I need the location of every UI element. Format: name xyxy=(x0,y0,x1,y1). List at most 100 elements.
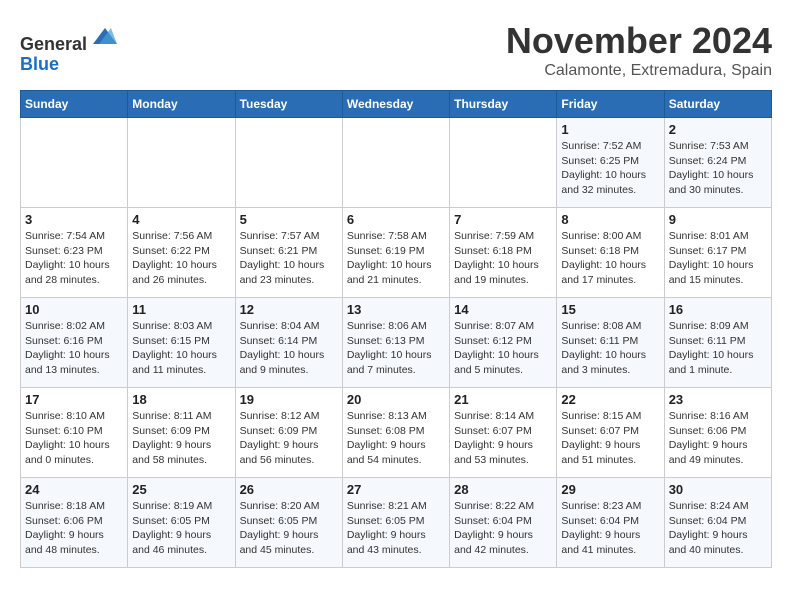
day-info: Sunrise: 8:24 AMSunset: 6:04 PMDaylight:… xyxy=(669,499,767,558)
day-number: 5 xyxy=(240,212,338,227)
calendar-week-5: 24Sunrise: 8:18 AMSunset: 6:06 PMDayligh… xyxy=(21,478,772,568)
calendar-cell: 3 Sunrise: 7:54 AMSunset: 6:23 PMDaylight… xyxy=(21,208,128,298)
calendar-cell: 5 Sunrise: 7:57 AMSunset: 6:21 PMDaylight… xyxy=(235,208,342,298)
month-title: November 2024 xyxy=(506,20,772,62)
weekday-header-monday: Monday xyxy=(128,91,235,118)
weekday-header-row: SundayMondayTuesdayWednesdayThursdayFrid… xyxy=(21,91,772,118)
day-info: Sunrise: 8:01 AMSunset: 6:17 PMDaylight:… xyxy=(669,229,767,288)
logo-general: General xyxy=(20,34,87,54)
day-number: 9 xyxy=(669,212,767,227)
calendar-week-3: 10 Sunrise: 8:02 AMSunset: 6:16 PMDayligh… xyxy=(21,298,772,388)
day-number: 13 xyxy=(347,302,445,317)
day-info: Sunrise: 7:58 AMSunset: 6:19 PMDaylight:… xyxy=(347,229,445,288)
logo-blue: Blue xyxy=(20,54,59,74)
calendar-cell: 20 Sunrise: 8:13 AMSunset: 6:08 PMDayligh… xyxy=(342,388,449,478)
calendar-week-2: 3 Sunrise: 7:54 AMSunset: 6:23 PMDaylight… xyxy=(21,208,772,298)
day-number: 29 xyxy=(561,482,659,497)
weekday-header-saturday: Saturday xyxy=(664,91,771,118)
day-number: 4 xyxy=(132,212,230,227)
day-number: 27 xyxy=(347,482,445,497)
day-info: Sunrise: 8:18 AMSunset: 6:06 PMDaylight:… xyxy=(25,499,123,558)
calendar-cell: 25 Sunrise: 8:19 AMSunset: 6:05 PMDayligh… xyxy=(128,478,235,568)
day-number: 23 xyxy=(669,392,767,407)
day-number: 2 xyxy=(669,122,767,137)
calendar-cell: 21 Sunrise: 8:14 AMSunset: 6:07 PMDayligh… xyxy=(450,388,557,478)
calendar-cell: 24Sunrise: 8:18 AMSunset: 6:06 PMDayligh… xyxy=(21,478,128,568)
day-number: 17 xyxy=(25,392,123,407)
calendar-cell: 16 Sunrise: 8:09 AMSunset: 6:11 PMDayligh… xyxy=(664,298,771,388)
day-info: Sunrise: 8:03 AMSunset: 6:15 PMDaylight:… xyxy=(132,319,230,378)
logo-icon xyxy=(89,20,119,50)
day-number: 7 xyxy=(454,212,552,227)
calendar-cell: 7 Sunrise: 7:59 AMSunset: 6:18 PMDaylight… xyxy=(450,208,557,298)
calendar-cell: 14Sunrise: 8:07 AMSunset: 6:12 PMDayligh… xyxy=(450,298,557,388)
day-number: 25 xyxy=(132,482,230,497)
calendar-cell: 17 Sunrise: 8:10 AMSunset: 6:10 PMDayligh… xyxy=(21,388,128,478)
day-info: Sunrise: 8:02 AMSunset: 6:16 PMDaylight:… xyxy=(25,319,123,378)
day-info: Sunrise: 8:04 AMSunset: 6:14 PMDaylight:… xyxy=(240,319,338,378)
calendar-cell: 23 Sunrise: 8:16 AMSunset: 6:06 PMDayligh… xyxy=(664,388,771,478)
day-number: 21 xyxy=(454,392,552,407)
day-number: 12 xyxy=(240,302,338,317)
day-info: Sunrise: 8:16 AMSunset: 6:06 PMDaylight:… xyxy=(669,409,767,468)
calendar-cell: 26Sunrise: 8:20 AMSunset: 6:05 PMDayligh… xyxy=(235,478,342,568)
day-info: Sunrise: 7:57 AMSunset: 6:21 PMDaylight:… xyxy=(240,229,338,288)
day-info: Sunrise: 8:22 AMSunset: 6:04 PMDaylight:… xyxy=(454,499,552,558)
calendar-cell xyxy=(342,118,449,208)
calendar-cell: 10 Sunrise: 8:02 AMSunset: 6:16 PMDayligh… xyxy=(21,298,128,388)
day-number: 15 xyxy=(561,302,659,317)
day-info: Sunrise: 7:59 AMSunset: 6:18 PMDaylight:… xyxy=(454,229,552,288)
day-info: Sunrise: 8:10 AMSunset: 6:10 PMDaylight:… xyxy=(25,409,123,468)
day-number: 10 xyxy=(25,302,123,317)
calendar-cell xyxy=(235,118,342,208)
title-block: November 2024 Calamonte, Extremadura, Sp… xyxy=(506,20,772,80)
calendar-cell: 19Sunrise: 8:12 AMSunset: 6:09 PMDayligh… xyxy=(235,388,342,478)
calendar-cell xyxy=(450,118,557,208)
calendar-cell: 22Sunrise: 8:15 AMSunset: 6:07 PMDayligh… xyxy=(557,388,664,478)
day-info: Sunrise: 8:23 AMSunset: 6:04 PMDaylight:… xyxy=(561,499,659,558)
day-number: 20 xyxy=(347,392,445,407)
day-number: 1 xyxy=(561,122,659,137)
day-info: Sunrise: 8:09 AMSunset: 6:11 PMDaylight:… xyxy=(669,319,767,378)
page-header: General Blue November 2024 Calamonte, Ex… xyxy=(20,20,772,80)
day-info: Sunrise: 8:20 AMSunset: 6:05 PMDaylight:… xyxy=(240,499,338,558)
calendar-cell: 18 Sunrise: 8:11 AMSunset: 6:09 PMDayligh… xyxy=(128,388,235,478)
day-info: Sunrise: 8:00 AMSunset: 6:18 PMDaylight:… xyxy=(561,229,659,288)
day-number: 11 xyxy=(132,302,230,317)
calendar-cell: 30Sunrise: 8:24 AMSunset: 6:04 PMDayligh… xyxy=(664,478,771,568)
day-info: Sunrise: 8:21 AMSunset: 6:05 PMDaylight:… xyxy=(347,499,445,558)
day-number: 6 xyxy=(347,212,445,227)
day-info: Sunrise: 8:15 AMSunset: 6:07 PMDaylight:… xyxy=(561,409,659,468)
weekday-header-thursday: Thursday xyxy=(450,91,557,118)
calendar-cell: 8 Sunrise: 8:00 AMSunset: 6:18 PMDaylight… xyxy=(557,208,664,298)
day-number: 28 xyxy=(454,482,552,497)
day-info: Sunrise: 8:06 AMSunset: 6:13 PMDaylight:… xyxy=(347,319,445,378)
calendar-cell: 9 Sunrise: 8:01 AMSunset: 6:17 PMDaylight… xyxy=(664,208,771,298)
day-info: Sunrise: 8:08 AMSunset: 6:11 PMDaylight:… xyxy=(561,319,659,378)
day-info: Sunrise: 7:54 AMSunset: 6:23 PMDaylight:… xyxy=(25,229,123,288)
calendar-cell xyxy=(128,118,235,208)
day-info: Sunrise: 7:52 AMSunset: 6:25 PMDaylight:… xyxy=(561,139,659,198)
day-info: Sunrise: 7:56 AMSunset: 6:22 PMDaylight:… xyxy=(132,229,230,288)
calendar-cell: 13 Sunrise: 8:06 AMSunset: 6:13 PMDayligh… xyxy=(342,298,449,388)
logo: General Blue xyxy=(20,20,119,75)
calendar-cell: 1 Sunrise: 7:52 AMSunset: 6:25 PMDaylight… xyxy=(557,118,664,208)
calendar-cell xyxy=(21,118,128,208)
day-number: 16 xyxy=(669,302,767,317)
weekday-header-friday: Friday xyxy=(557,91,664,118)
calendar-week-4: 17 Sunrise: 8:10 AMSunset: 6:10 PMDayligh… xyxy=(21,388,772,478)
day-info: Sunrise: 8:19 AMSunset: 6:05 PMDaylight:… xyxy=(132,499,230,558)
day-info: Sunrise: 8:13 AMSunset: 6:08 PMDaylight:… xyxy=(347,409,445,468)
calendar-cell: 28 Sunrise: 8:22 AMSunset: 6:04 PMDayligh… xyxy=(450,478,557,568)
calendar-cell: 4 Sunrise: 7:56 AMSunset: 6:22 PMDaylight… xyxy=(128,208,235,298)
day-number: 3 xyxy=(25,212,123,227)
day-info: Sunrise: 8:14 AMSunset: 6:07 PMDaylight:… xyxy=(454,409,552,468)
weekday-header-sunday: Sunday xyxy=(21,91,128,118)
calendar-cell: 29 Sunrise: 8:23 AMSunset: 6:04 PMDayligh… xyxy=(557,478,664,568)
day-info: Sunrise: 8:11 AMSunset: 6:09 PMDaylight:… xyxy=(132,409,230,468)
day-number: 8 xyxy=(561,212,659,227)
calendar-cell: 11 Sunrise: 8:03 AMSunset: 6:15 PMDayligh… xyxy=(128,298,235,388)
calendar-cell: 15 Sunrise: 8:08 AMSunset: 6:11 PMDayligh… xyxy=(557,298,664,388)
calendar-table: SundayMondayTuesdayWednesdayThursdayFrid… xyxy=(20,90,772,568)
day-number: 18 xyxy=(132,392,230,407)
